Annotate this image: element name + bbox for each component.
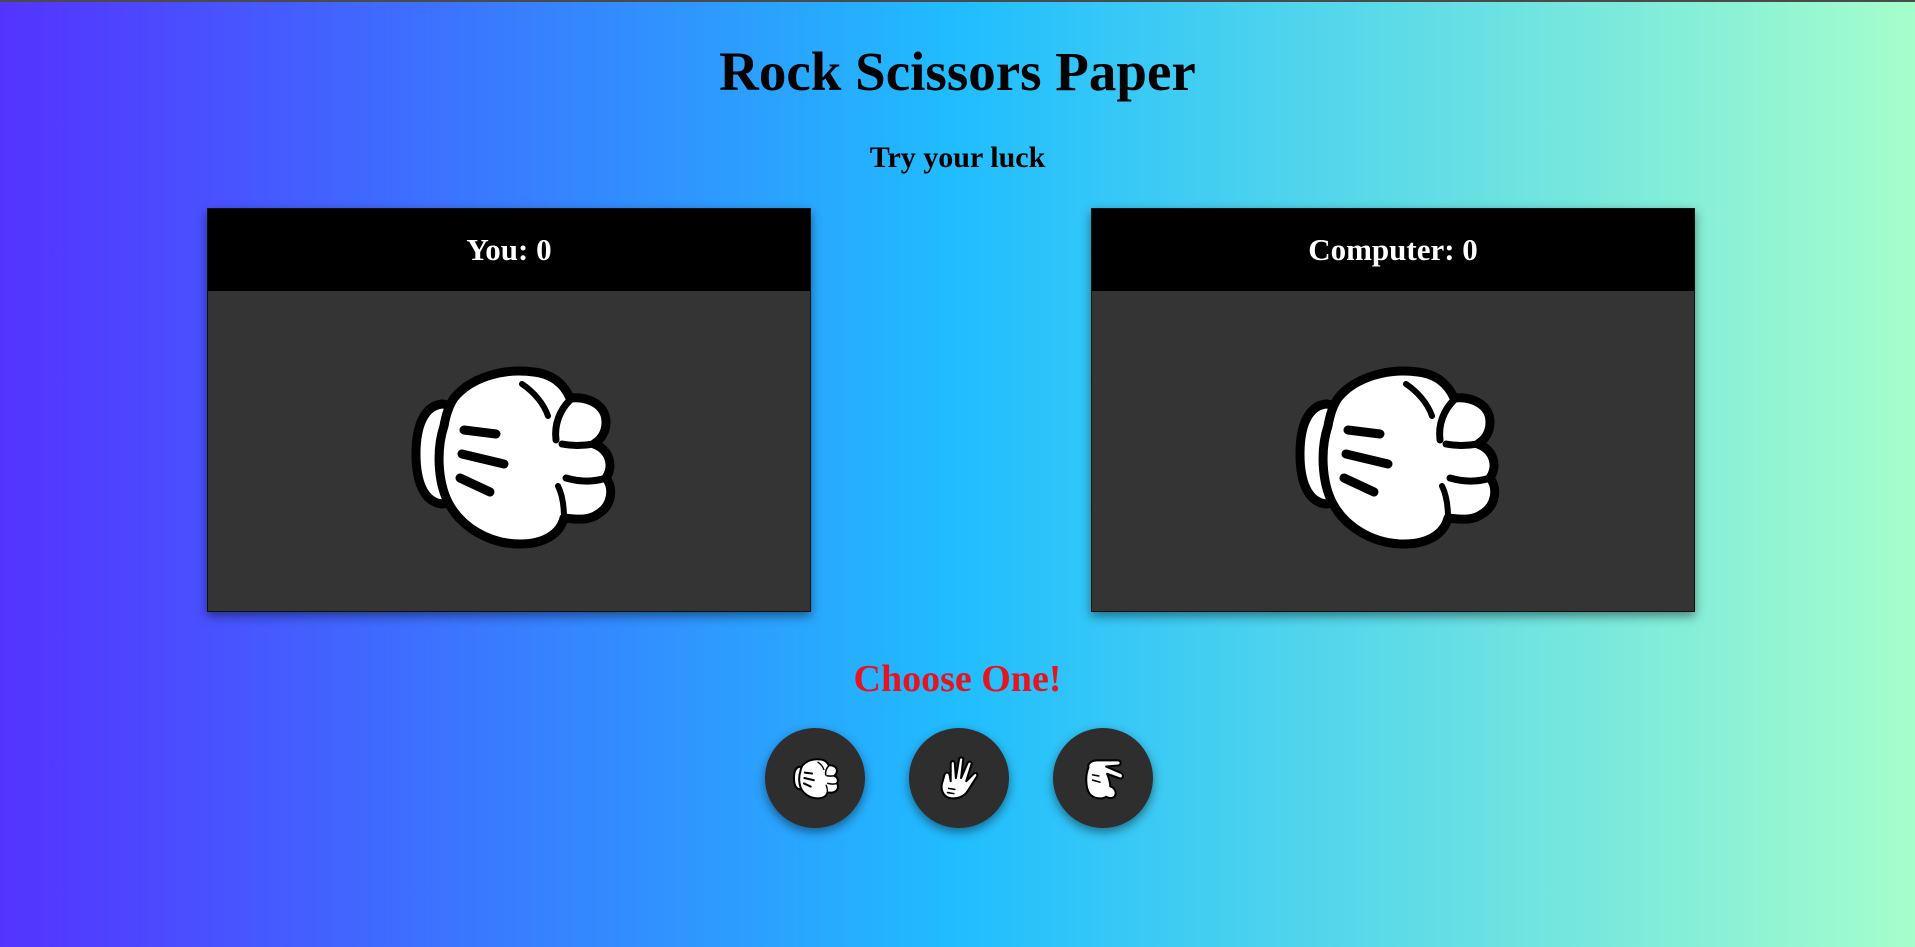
paper-button[interactable]: [909, 728, 1009, 828]
page-subtitle: Try your luck: [869, 141, 1046, 174]
player-panel: You: 0: [207, 208, 811, 612]
paper-hand-icon: [933, 752, 985, 804]
choice-buttons: [765, 728, 1155, 830]
choose-prompt: Choose One!: [853, 658, 1062, 700]
top-border: [0, 0, 1915, 2]
scissors-hand-icon: [1077, 752, 1129, 804]
rock-fist-icon: [789, 752, 841, 804]
computer-panel: Computer: 0: [1091, 208, 1695, 612]
rock-fist-icon: [394, 354, 624, 554]
page-title: Rock Scissors Paper: [719, 41, 1196, 102]
computer-score: Computer: 0: [1092, 209, 1694, 291]
rock-button[interactable]: [765, 728, 865, 828]
scissors-button[interactable]: [1053, 728, 1153, 828]
rock-fist-icon: [1278, 354, 1508, 554]
player-score: You: 0: [208, 209, 810, 291]
